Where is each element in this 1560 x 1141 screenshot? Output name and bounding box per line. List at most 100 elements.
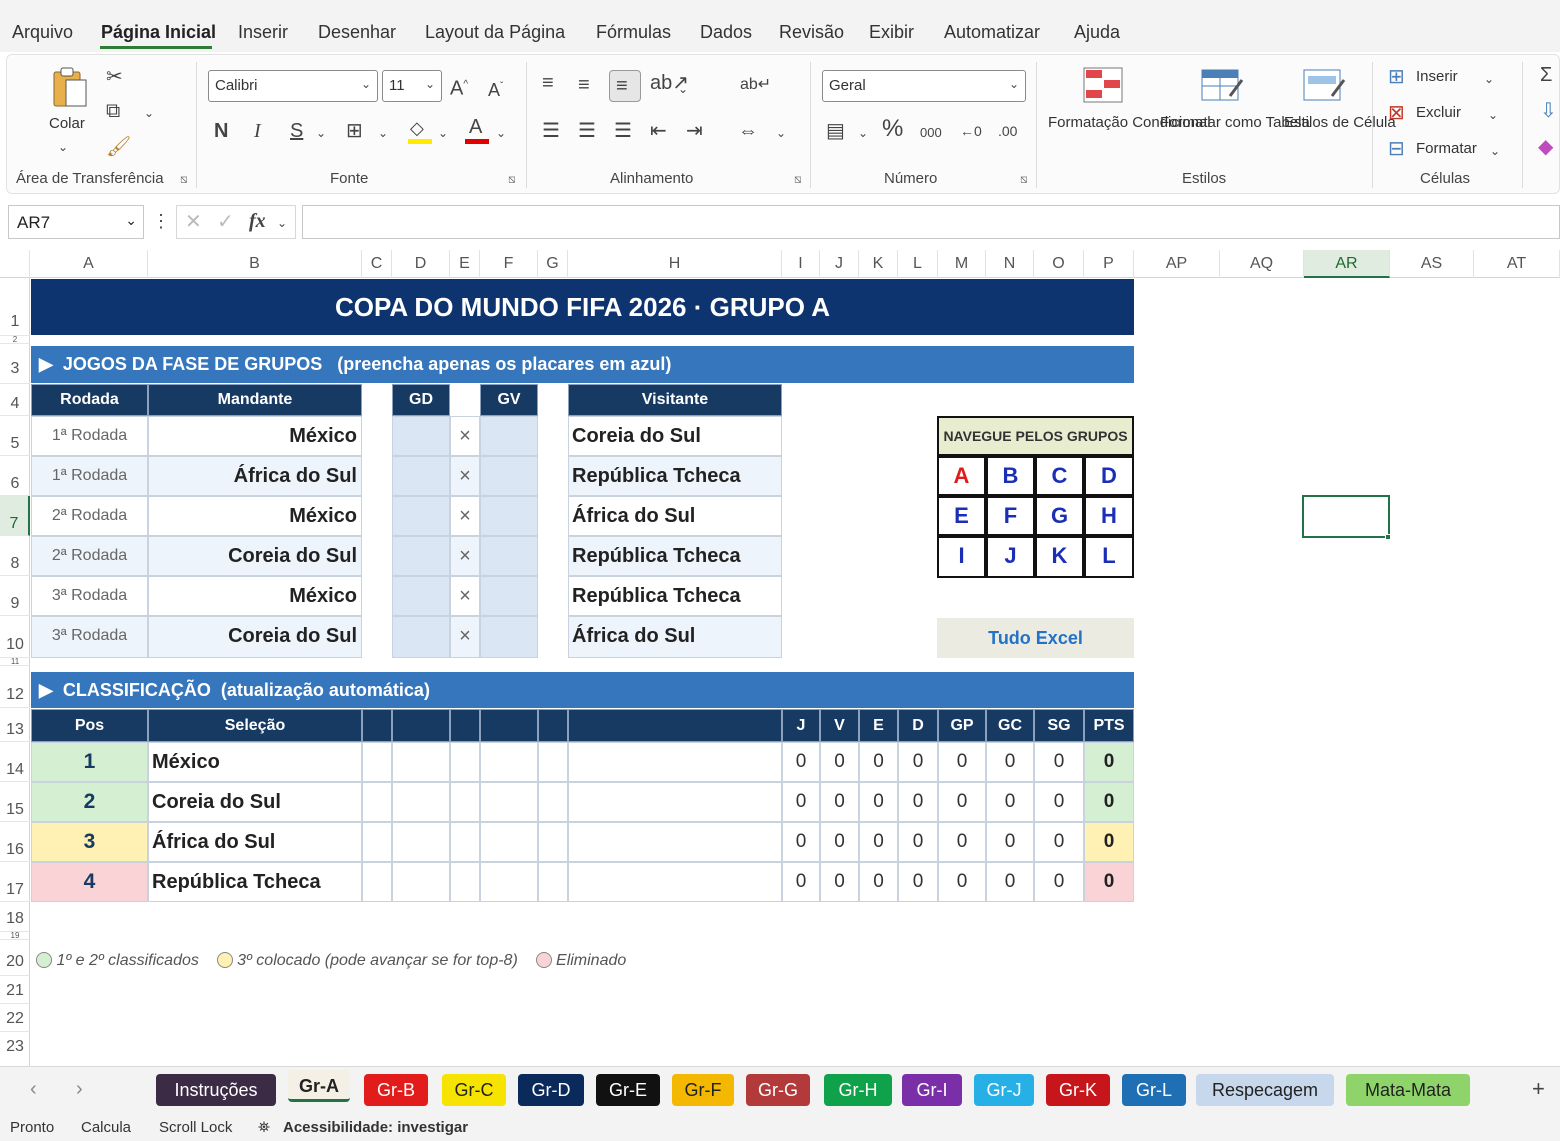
format-cells-icon[interactable]: ⊟ [1388, 138, 1405, 160]
row-header-1[interactable]: 1 [0, 278, 30, 336]
nav-group-d[interactable]: D [1084, 456, 1134, 496]
nav-group-l[interactable]: L [1084, 536, 1134, 578]
chevron-down-icon[interactable]: ⌄ [277, 212, 287, 234]
menu-desenhar[interactable]: Desenhar [318, 22, 396, 43]
sheet-tab[interactable]: Gr-E [596, 1074, 660, 1106]
row-header-2[interactable]: 2 [0, 336, 30, 344]
font-size-select[interactable]: 11 ⌄ [382, 70, 442, 102]
col-header-at[interactable]: AT [1474, 250, 1560, 278]
brand-link[interactable]: Tudo Excel [937, 618, 1134, 658]
font-name-select[interactable]: Calibri ⌄ [208, 70, 378, 102]
col-header-c[interactable]: C [362, 250, 392, 278]
col-header-aq[interactable]: AQ [1220, 250, 1304, 278]
paste-icon[interactable] [50, 66, 90, 110]
menu-automatizar[interactable]: Automatizar [944, 22, 1040, 43]
chevron-down-icon[interactable]: ⌄ [438, 122, 448, 144]
format-painter-icon[interactable]: 🖌 [106, 136, 131, 158]
row-header-22[interactable]: 22 [0, 1004, 30, 1032]
sheet-tab[interactable]: Gr-J [974, 1074, 1034, 1106]
nav-group-e[interactable]: E [937, 496, 986, 536]
wrap-text-icon[interactable]: ab↵ [740, 74, 771, 96]
menu-dados[interactable]: Dados [700, 22, 752, 43]
sheet-tab[interactable]: Gr-G [746, 1074, 810, 1106]
status-accessibility[interactable]: Acessibilidade: investigar [283, 1119, 468, 1136]
row-header-4[interactable]: 4 [0, 384, 30, 416]
col-header-e[interactable]: E [450, 250, 480, 278]
merge-center-icon[interactable]: ⇔ [738, 120, 758, 142]
menu-arquivo[interactable]: Arquivo [12, 22, 73, 43]
paste-button[interactable]: Colar [49, 113, 85, 135]
clear-icon[interactable]: ◆ [1538, 136, 1553, 158]
accounting-format-icon[interactable]: ▤ [826, 120, 845, 142]
col-header-l[interactable]: L [898, 250, 938, 278]
home-score-input[interactable] [392, 496, 450, 536]
select-all-corner[interactable] [0, 250, 30, 278]
format-cells-button[interactable]: Formatar [1416, 138, 1477, 160]
chevron-down-icon[interactable]: ⌄ [1488, 104, 1498, 126]
home-score-input[interactable] [392, 536, 450, 576]
align-center-icon[interactable]: ☰ [578, 120, 596, 142]
row-header-12[interactable]: 12 [0, 666, 30, 708]
status-calculate[interactable]: Calcula [81, 1119, 131, 1136]
comma-style-icon[interactable]: 000 [920, 122, 942, 144]
delete-cells-icon[interactable]: ⊠ [1388, 102, 1405, 124]
conditional-format-icon[interactable] [1082, 66, 1124, 104]
nav-group-a[interactable]: A [937, 456, 986, 496]
fill-icon[interactable]: ⇩ [1540, 100, 1557, 122]
insert-cells-button[interactable]: Inserir [1416, 66, 1458, 88]
decrease-indent-icon[interactable]: ⇤ [650, 120, 667, 142]
nav-group-h[interactable]: H [1084, 496, 1134, 536]
nav-group-g[interactable]: G [1035, 496, 1084, 536]
row-header-6[interactable]: 6 [0, 456, 30, 496]
col-header-b[interactable]: B [148, 250, 362, 278]
align-right-icon[interactable]: ☰ [614, 120, 632, 142]
home-score-input[interactable] [392, 576, 450, 616]
nav-group-k[interactable]: K [1035, 536, 1084, 578]
sheet-tab[interactable]: Gr-H [824, 1074, 892, 1106]
align-top-icon[interactable]: ≡ [542, 72, 554, 94]
dialog-launcher-icon[interactable]: ⧅ [180, 172, 188, 187]
chevron-down-icon[interactable]: ⌄ [378, 122, 388, 144]
sheet-tab[interactable]: Respecagem [1196, 1074, 1334, 1106]
cell-styles-icon[interactable] [1302, 66, 1346, 106]
formula-input[interactable] [302, 205, 1560, 239]
row-header-19[interactable]: 19 [0, 932, 30, 940]
row-header-16[interactable]: 16 [0, 822, 30, 862]
fill-handle[interactable] [1385, 534, 1391, 540]
col-header-n[interactable]: N [986, 250, 1034, 278]
menu-pagina-inicial[interactable]: Página Inicial [101, 22, 216, 43]
home-score-input[interactable] [392, 616, 450, 658]
row-header-23[interactable]: 23 [0, 1032, 30, 1062]
chevron-down-icon[interactable]: ⌄ [316, 122, 326, 144]
col-header-as[interactable]: AS [1390, 250, 1474, 278]
away-score-input[interactable] [480, 616, 538, 658]
row-header-18[interactable]: 18 [0, 902, 30, 932]
away-score-input[interactable] [480, 536, 538, 576]
dialog-launcher-icon[interactable]: ⧅ [508, 172, 516, 187]
scroll-right-icon[interactable]: › [76, 1078, 83, 1100]
selected-cell[interactable] [1302, 495, 1390, 538]
sheet-tab[interactable]: Gr-C [442, 1074, 506, 1106]
away-score-input[interactable] [480, 496, 538, 536]
font-color-icon[interactable]: A [465, 116, 489, 144]
row-header-7[interactable]: 7 [0, 496, 30, 536]
cell-styles-button[interactable]: Estilos de Célula [1284, 112, 1396, 134]
sheet-tab[interactable]: Gr-I [902, 1074, 962, 1106]
menu-layout[interactable]: Layout da Página [425, 22, 565, 43]
increase-font-icon[interactable]: A^ [450, 74, 468, 100]
sheet-tab[interactable]: Gr-D [518, 1074, 584, 1106]
chevron-down-icon[interactable]: ⌄ [496, 122, 506, 144]
dialog-launcher-icon[interactable]: ⧅ [1020, 172, 1028, 187]
sheet-tab[interactable]: Instruções [156, 1074, 276, 1106]
row-header-17[interactable]: 17 [0, 862, 30, 902]
decrease-decimal-icon[interactable]: .00 [998, 120, 1017, 142]
align-left-icon[interactable]: ☰ [542, 120, 560, 142]
delete-cells-button[interactable]: Excluir [1416, 102, 1461, 124]
menu-exibir[interactable]: Exibir [869, 22, 914, 43]
col-header-h[interactable]: H [568, 250, 782, 278]
sheet-tab[interactable]: Gr-B [364, 1074, 428, 1106]
home-score-input[interactable] [392, 416, 450, 456]
menu-inserir[interactable]: Inserir [238, 22, 288, 43]
chevron-down-icon[interactable]: ⌄ [858, 122, 868, 144]
col-header-ap[interactable]: AP [1134, 250, 1220, 278]
